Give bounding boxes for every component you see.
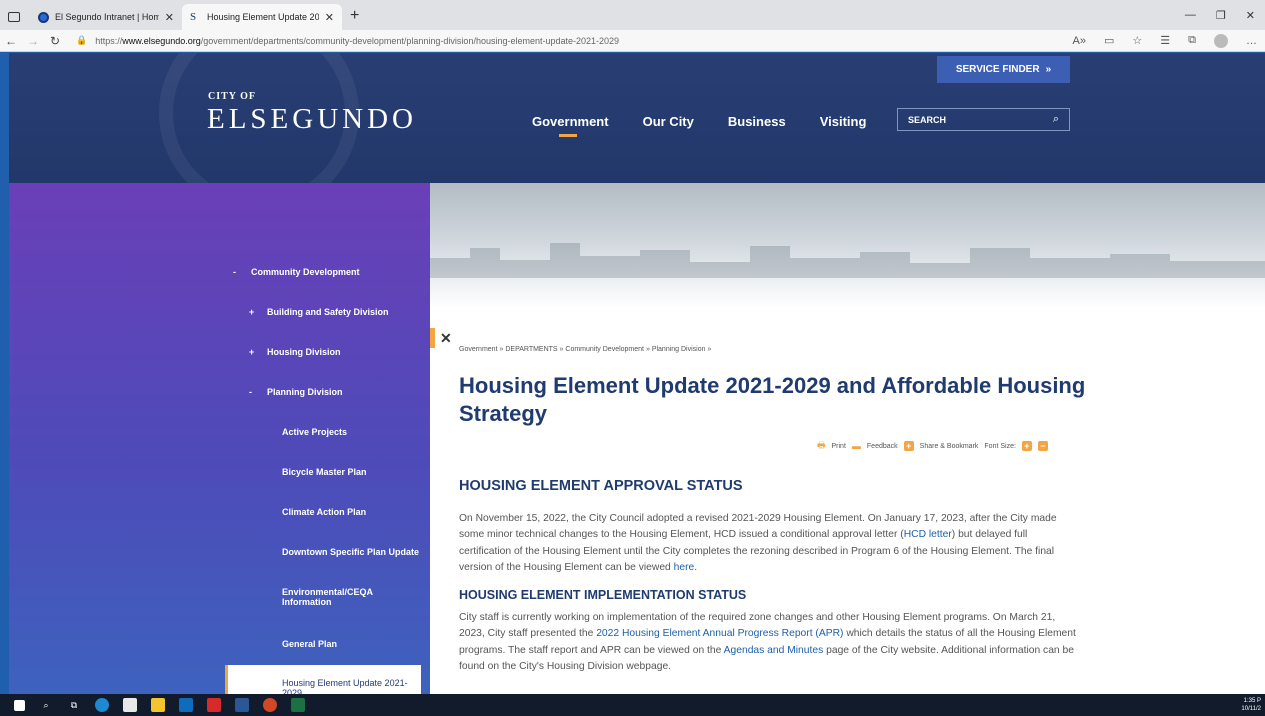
windows-start-icon[interactable] [14,699,25,711]
sidebar-item-environmental-ceqa[interactable]: Environmental/CEQA Information [282,587,402,607]
search-input[interactable] [908,114,1053,125]
edge-browser-icon[interactable] [95,698,109,712]
hero-image [430,183,1265,308]
tab-intranet[interactable]: El Segundo Intranet | Home ✕ [30,4,182,30]
immersive-reader-icon[interactable]: ▭ [1104,34,1114,47]
read-aloud-icon[interactable]: A» [1073,35,1086,47]
nav-our-city[interactable]: Our City [643,114,694,129]
service-finder-button[interactable]: SERVICE FINDER » [937,56,1070,83]
favorites-icon[interactable]: ☰ [1160,34,1170,47]
font-decrease-icon[interactable]: − [1037,441,1048,451]
close-icon[interactable]: ✕ [325,11,334,24]
sidebar-item-downtown-specific-plan[interactable]: Downtown Specific Plan Update [282,547,419,557]
task-view-icon[interactable]: ⧉ [67,698,81,712]
collections-icon[interactable]: ⧉ [1188,34,1196,47]
excel-icon[interactable] [291,698,305,712]
powerpoint-icon[interactable] [263,698,277,712]
font-size-label: Font Size: [984,442,1016,450]
sidebar-item-housing-element-update[interactable]: Housing Element Update 2021-2029 [225,665,421,695]
sidebar-nav: - Community Development + Building and S… [9,183,430,695]
url-field[interactable]: https://www.elsegundo.org/government/dep… [95,36,619,46]
chevron-down-icon: » [1045,64,1052,75]
breadcrumb-government[interactable]: Government [459,346,498,353]
sidebar-item-housing-division[interactable]: + Housing Division [249,347,341,357]
word-icon[interactable] [235,698,249,712]
forward-arrow-icon[interactable]: → [22,34,44,48]
section-paragraph-approval: On November 15, 2022, the City Council a… [459,513,1057,573]
close-window-icon[interactable]: ✕ [1246,9,1255,22]
nav-visiting[interactable]: Visiting [820,114,867,129]
sidebar-item-bicycle-master-plan[interactable]: Bicycle Master Plan [282,467,367,477]
breadcrumb-departments[interactable]: DEPARTMENTS [505,346,557,353]
sidebar-item-building-safety[interactable]: + Building and Safety Division [249,307,389,317]
tab-title: Housing Element Update 2021-2 [207,12,319,22]
browser-tab-bar: El Segundo Intranet | Home ✕ S Housing E… [0,0,1265,30]
site-favicon-icon: S [190,11,197,23]
sidebar-item-general-plan[interactable]: General Plan [282,639,337,649]
profile-avatar[interactable] [1214,33,1228,48]
nav-business[interactable]: Business [728,114,786,129]
tab-housing-element[interactable]: S Housing Element Update 2021-2 ✕ [182,4,342,30]
nav-government[interactable]: Government [532,114,609,137]
section-paragraph-implementation: City staff is currently working on imple… [459,612,1076,672]
search-box: ⌕ [897,108,1070,131]
section-heading-approval: HOUSING ELEMENT APPROVAL STATUS [459,478,743,494]
hcd-letter-link[interactable]: HCD letter [904,529,952,540]
font-increase-icon[interactable]: + [1021,441,1032,451]
close-icon[interactable]: ✕ [165,11,174,24]
more-icon[interactable]: … [1246,35,1257,47]
search-icon[interactable]: ⌕ [39,698,53,712]
main-content: ✕ Government » DEPARTMENTS » Community D… [430,308,1265,694]
sidebar-item-planning-division[interactable]: - Planning Division [249,387,343,397]
print-link[interactable]: Print [832,443,846,450]
share-plus-icon[interactable]: + [903,441,914,451]
close-sidebar-icon[interactable]: ✕ [440,330,452,347]
back-arrow-icon[interactable]: ← [0,34,22,48]
tab-actions-icon[interactable] [8,12,20,22]
sidebar-item-community-development[interactable]: - Community Development [233,267,360,277]
browser-toolbar: A» ▭ ☆ ☰ ⧉ … [1073,33,1265,48]
main-nav: Government Our City Business Visiting [532,114,867,137]
feedback-link[interactable]: Feedback [867,443,898,450]
here-link[interactable]: here [674,562,695,573]
new-tab-button[interactable]: + [350,7,359,25]
sidebar-item-active-projects[interactable]: Active Projects [282,427,347,437]
file-explorer-icon[interactable] [151,698,165,712]
acrobat-icon[interactable] [207,698,221,712]
outlook-icon[interactable] [179,698,193,712]
refresh-icon[interactable]: ↻ [44,34,66,48]
page-title: Housing Element Update 2021-2029 and Aff… [459,373,1086,426]
address-bar: ← → ↻ 🔒 https://www.elsegundo.org/govern… [0,30,1265,52]
breadcrumb-planning-division[interactable]: Planning Division [652,346,706,353]
apr-report-link[interactable]: 2022 Housing Element Annual Progress Rep… [596,628,843,639]
city-skyline-image [430,243,1265,278]
search-icon[interactable]: ⌕ [1053,113,1059,126]
feedback-icon[interactable]: ▬ [852,441,861,451]
agendas-minutes-link[interactable]: Agendas and Minutes [724,645,824,656]
store-icon[interactable] [123,698,137,712]
minimize-icon[interactable]: — [1185,9,1196,22]
share-bookmark-link[interactable]: Share & Bookmark [920,443,979,450]
favorite-star-icon[interactable]: ☆ [1132,34,1142,47]
tab-title: El Segundo Intranet | Home [55,12,159,22]
logo-el-segundo[interactable]: ELSEGUNDO [207,103,417,136]
windows-taskbar: ⌕ ⧉ 1:35 P 10/11/2 [0,694,1265,716]
printer-icon[interactable]: 🖶 [817,438,826,454]
system-clock[interactable]: 1:35 P 10/11/2 [1241,697,1265,713]
lock-icon[interactable]: 🔒 [76,35,87,46]
service-finder-label: SERVICE FINDER [955,64,1040,75]
globe-icon [38,11,49,23]
breadcrumb-community-development[interactable]: Community Development [565,346,644,353]
logo-city-of[interactable]: CITY OF [208,91,256,102]
restore-icon[interactable]: ❐ [1216,9,1226,22]
window-controls: — ❐ ✕ [1185,9,1265,30]
site-header: CITY OF ELSEGUNDO SERVICE FINDER » Gover… [9,53,1265,183]
sidebar-item-climate-action-plan[interactable]: Climate Action Plan [282,507,366,517]
breadcrumb: Government » DEPARTMENTS » Community Dev… [459,346,712,353]
page-tools: 🖶 Print ▬ Feedback + Share & Bookmark Fo… [817,438,1048,454]
section-heading-implementation: HOUSING ELEMENT IMPLEMENTATION STATUS [459,588,747,602]
sidebar-toggle-tab[interactable] [430,328,435,348]
